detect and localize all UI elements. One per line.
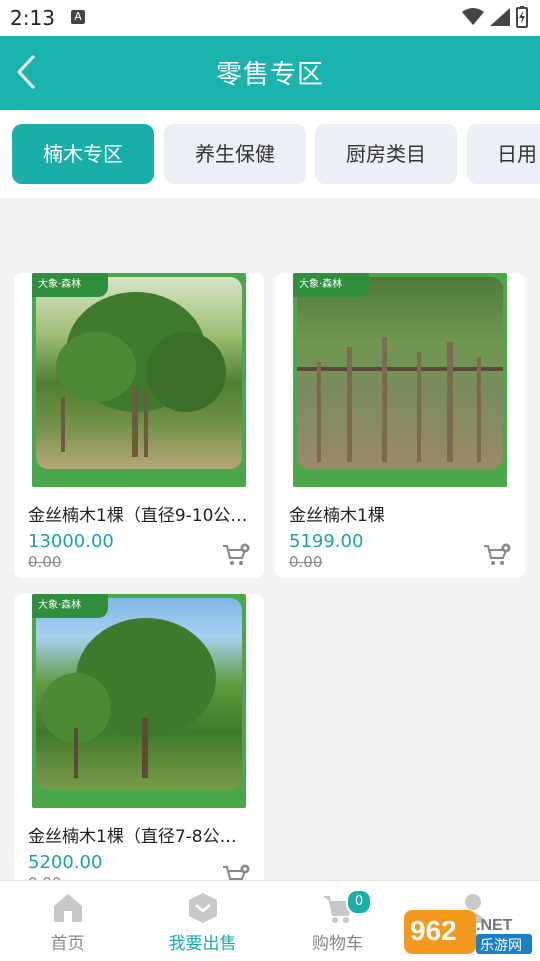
notification-a-icon: A: [71, 10, 85, 24]
product-original-price: 0.00: [28, 553, 62, 571]
brand-badge: 大象·森林: [293, 273, 369, 297]
battery-icon: [516, 6, 528, 28]
product-image: 大象·森林: [293, 273, 507, 487]
watermark-suffix: .NET: [476, 917, 513, 934]
product-name: 金丝楠木1棵（直径7-8公…: [28, 827, 237, 847]
product-card[interactable]: 大象·森林 金丝楠木1棵（直径9-10公… 13000.00 0.00: [14, 273, 264, 578]
product-price: 13000.00: [28, 531, 114, 552]
add-to-cart-icon[interactable]: [222, 543, 250, 567]
nav-cart[interactable]: 0 购物车: [270, 881, 405, 961]
product-image: 大象·森林: [32, 594, 246, 808]
watermark-logo: 962 .NET 乐游网: [404, 910, 532, 954]
sell-icon: [188, 893, 217, 923]
product-card[interactable]: 大象·森林 金丝楠木1棵 5199.00 0.00: [275, 273, 525, 578]
product-price: 5199.00: [289, 531, 364, 552]
system-icons: [462, 6, 528, 28]
home-icon: [53, 894, 82, 922]
tab-health[interactable]: 养生保健: [164, 124, 306, 184]
cart-count-badge: 0: [346, 889, 372, 915]
wifi-icon: [462, 8, 484, 25]
status-time: 2:13: [10, 6, 55, 30]
brand-badge: 大象·森林: [32, 594, 108, 618]
tree-illustration: [297, 337, 503, 462]
product-name: 金丝楠木1棵: [289, 506, 385, 526]
add-to-cart-icon[interactable]: [483, 543, 511, 567]
signal-icon: [490, 8, 510, 26]
tab-kitchen[interactable]: 厨房类目: [315, 124, 457, 184]
status-bar: 2:13 A: [0, 0, 540, 36]
nav-sell[interactable]: 我要出售: [135, 881, 270, 961]
product-name: 金丝楠木1棵（直径9-10公…: [28, 506, 248, 526]
nav-sell-label: 我要出售: [168, 934, 237, 954]
nav-home-label: 首页: [50, 934, 85, 954]
watermark-number: 962: [410, 915, 457, 946]
tree-illustration: [41, 618, 216, 778]
tree-illustration: [56, 292, 226, 457]
product-price: 5200.00: [28, 852, 103, 873]
brand-badge: 大象·森林: [32, 273, 108, 297]
nav-home[interactable]: 首页: [0, 881, 135, 961]
product-card[interactable]: 大象·森林 金丝楠木1棵（直径7-8公… 5200.00 0.00: [14, 594, 264, 904]
nav-cart-label: 购物车: [312, 934, 363, 954]
app-header: 零售专区: [0, 36, 540, 110]
page-title: 零售专区: [215, 60, 324, 90]
tab-daily[interactable]: 日用: [467, 124, 540, 184]
product-image: 大象·森林: [32, 273, 246, 487]
category-tabs: 楠木专区 养生保健 厨房类目 日用: [0, 110, 540, 198]
product-original-price: 0.00: [289, 553, 323, 571]
tab-nanmu[interactable]: 楠木专区: [12, 124, 154, 184]
watermark-text: 乐游网: [480, 938, 522, 954]
